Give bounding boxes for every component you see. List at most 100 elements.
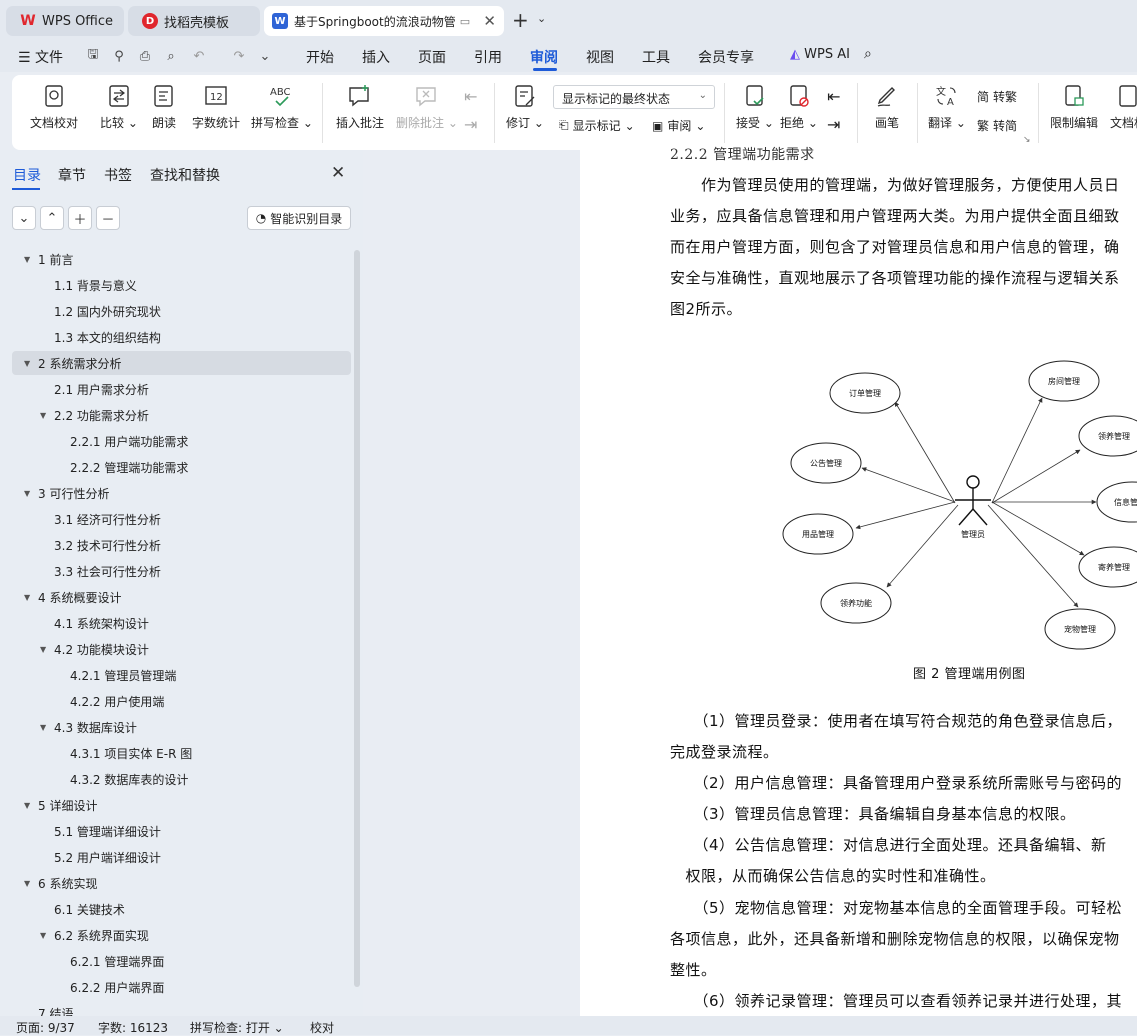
more-chevron-icon[interactable]: ⌄ [256, 47, 274, 65]
smart-toc-button[interactable]: ◔ 智能识别目录 [247, 206, 351, 230]
toc-item[interactable]: ▼ 4.3 数据库设计 [40, 715, 137, 739]
print-icon[interactable]: ⎙ [136, 47, 154, 65]
save-icon[interactable]: 🖫 [84, 47, 102, 65]
toc-item[interactable]: 6.2.2 用户端界面 [56, 975, 164, 999]
next-change-icon[interactable]: ⇥ [827, 115, 840, 134]
toc-item[interactable]: 6.2.1 管理端界面 [56, 949, 164, 973]
close-pane-icon[interactable]: ✕ [331, 163, 345, 183]
toc-item[interactable]: 5.2 用户端详细设计 [40, 845, 161, 869]
menu-page[interactable]: 页面 [418, 47, 446, 67]
read-aloud-button[interactable]: 朗读 [151, 83, 177, 131]
toc-item[interactable]: 4.3.1 项目实体 E-R 图 [56, 741, 192, 765]
compare-button[interactable]: 比较 ⌄ [100, 83, 138, 131]
document-page[interactable]: 2.2.2 管理端功能需求 作为管理员使用的管理端，为做好管理服务，方便使用人员… [580, 147, 1137, 1016]
toc-item[interactable]: ▼ 1 前言 [24, 247, 73, 271]
insert-comment-button[interactable]: 插入批注 [336, 83, 384, 131]
menu-insert[interactable]: 插入 [362, 47, 390, 67]
menu-view[interactable]: 视图 [586, 47, 614, 67]
accept-button[interactable]: 接受 ⌄ [736, 83, 774, 131]
translate-button[interactable]: 文A 翻译 ⌄ [928, 83, 966, 131]
toc-scrollbar[interactable] [354, 250, 360, 987]
next-comment-icon[interactable]: ⇥ [464, 115, 477, 134]
collapse-all-button[interactable]: ⌄ [12, 206, 36, 230]
tab-find-replace[interactable]: 查找和替换 [150, 165, 220, 185]
expand-triangle-icon[interactable]: ▼ [40, 645, 54, 654]
menu-start[interactable]: 开始 [306, 47, 334, 67]
page-indicator[interactable]: 页面: 9/37 [16, 1019, 75, 1036]
expand-triangle-icon[interactable]: ▼ [24, 359, 38, 368]
toc-item[interactable]: ▼ 2.2 功能需求分析 [40, 403, 149, 427]
toc-item[interactable]: ▼ 2 系统需求分析 [12, 351, 351, 375]
prev-change-icon[interactable]: ⇤ [827, 87, 840, 106]
tab-toc[interactable]: 目录 [13, 165, 41, 185]
markup-state-select[interactable]: 显示标记的最终状态 ⌄ [553, 85, 715, 109]
expand-triangle-icon[interactable]: ▼ [24, 593, 38, 602]
expand-triangle-icon[interactable]: ▼ [40, 723, 54, 732]
menu-member[interactable]: 会员专享 [698, 47, 754, 67]
to-simplified-button[interactable]: 繁转简 [977, 117, 1017, 134]
menu-tools[interactable]: 工具 [642, 47, 670, 67]
wps-ai-button[interactable]: ◭ WPS AI [790, 47, 850, 62]
toc-item[interactable]: 3.3 社会可行性分析 [40, 559, 161, 583]
spell-check-button[interactable]: ABC 拼写检查 ⌄ [251, 83, 313, 131]
reject-button[interactable]: 拒绝 ⌄ [780, 83, 818, 131]
toc-item[interactable]: 2.1 用户需求分析 [40, 377, 149, 401]
toc-item[interactable]: 1.1 背景与意义 [40, 273, 137, 297]
menu-review[interactable]: 审阅 [530, 47, 558, 67]
close-tab-icon[interactable]: ✕ [483, 12, 496, 30]
toc-item[interactable]: 4.3.2 数据库表的设计 [56, 767, 188, 791]
toc-item[interactable]: 2.2.1 用户端功能需求 [56, 429, 188, 453]
ink-button[interactable]: 画笔 [874, 83, 900, 131]
remove-heading-button[interactable]: － [96, 206, 120, 230]
toc-item[interactable]: 4.2.2 用户使用端 [56, 689, 164, 713]
toc-item[interactable]: ▼ 4 系统概要设计 [24, 585, 121, 609]
expand-triangle-icon[interactable]: ▼ [24, 879, 38, 888]
toc-item[interactable]: ▼ 3 可行性分析 [24, 481, 109, 505]
expand-triangle-icon[interactable]: ▼ [24, 801, 38, 810]
expand-up-button[interactable]: ⌃ [40, 206, 64, 230]
toc-item[interactable]: 4.2.1 管理员管理端 [56, 663, 176, 687]
undo-icon[interactable]: ↶ [190, 47, 208, 65]
tab-chapters[interactable]: 章节 [58, 165, 86, 185]
print-preview-icon[interactable]: ⌕ [162, 47, 180, 65]
prev-comment-icon[interactable]: ⇤ [464, 87, 477, 106]
ribbon-expand-icon[interactable]: ↘ [1023, 135, 1031, 145]
doc-check-button[interactable]: 文档校对 [30, 83, 78, 131]
revise-button[interactable]: 修订 ⌄ [506, 83, 544, 131]
toc-item[interactable]: 2.2.2 管理端功能需求 [56, 455, 188, 479]
expand-triangle-icon[interactable]: ▼ [40, 931, 54, 940]
doc-rights-button[interactable]: 文档权 [1110, 83, 1137, 131]
review-pane-button[interactable]: ▣ 审阅 ⌄ [652, 117, 705, 134]
to-traditional-button[interactable]: 简转繁 [977, 88, 1017, 105]
toc-item[interactable]: 6.1 关键技术 [40, 897, 125, 921]
share-icon[interactable]: ⚲ [110, 47, 128, 65]
expand-triangle-icon[interactable]: ▼ [24, 255, 38, 264]
tab-document[interactable]: W 基于Springboot的流浪动物管 ▭ ✕ [264, 6, 504, 36]
proofread-status[interactable]: 校对 [310, 1019, 334, 1036]
expand-triangle-icon[interactable]: ▼ [40, 411, 54, 420]
toc-item[interactable]: ▼ 6.2 系统界面实现 [40, 923, 149, 947]
redo-icon[interactable]: ↷ [230, 47, 248, 65]
toc-item[interactable]: 3.1 经济可行性分析 [40, 507, 161, 531]
file-menu[interactable]: ☰ 文件 [18, 47, 63, 67]
word-count-button[interactable]: 12 字数统计 [192, 83, 240, 131]
add-heading-button[interactable]: ＋ [68, 206, 92, 230]
chevron-down-icon[interactable]: ⌄ [537, 12, 546, 25]
tab-docer[interactable]: D 找稻壳模板 [128, 6, 260, 36]
toc-item[interactable]: ▼ 4.2 功能模块设计 [40, 637, 149, 661]
restrict-edit-button[interactable]: 限制编辑 [1050, 83, 1098, 131]
menu-reference[interactable]: 引用 [474, 47, 502, 67]
toc-item[interactable]: 5.1 管理端详细设计 [40, 819, 161, 843]
tab-bookmarks[interactable]: 书签 [104, 165, 132, 185]
tab-wps-office[interactable]: W WPS Office [6, 6, 124, 36]
expand-triangle-icon[interactable]: ▼ [24, 489, 38, 498]
delete-comment-button[interactable]: 删除批注 ⌄ [396, 83, 458, 131]
word-count-indicator[interactable]: 字数: 16123 [98, 1019, 168, 1036]
toc-item[interactable]: 4.1 系统架构设计 [40, 611, 149, 635]
toc-item[interactable]: ▼ 6 系统实现 [24, 871, 97, 895]
toc-item[interactable]: 1.3 本文的组织结构 [40, 325, 161, 349]
toc-item[interactable]: 1.2 国内外研究现状 [40, 299, 161, 323]
search-icon[interactable]: ⌕ [864, 46, 872, 62]
toc-item[interactable]: 3.2 技术可行性分析 [40, 533, 161, 557]
new-tab-icon[interactable]: + [512, 8, 529, 32]
